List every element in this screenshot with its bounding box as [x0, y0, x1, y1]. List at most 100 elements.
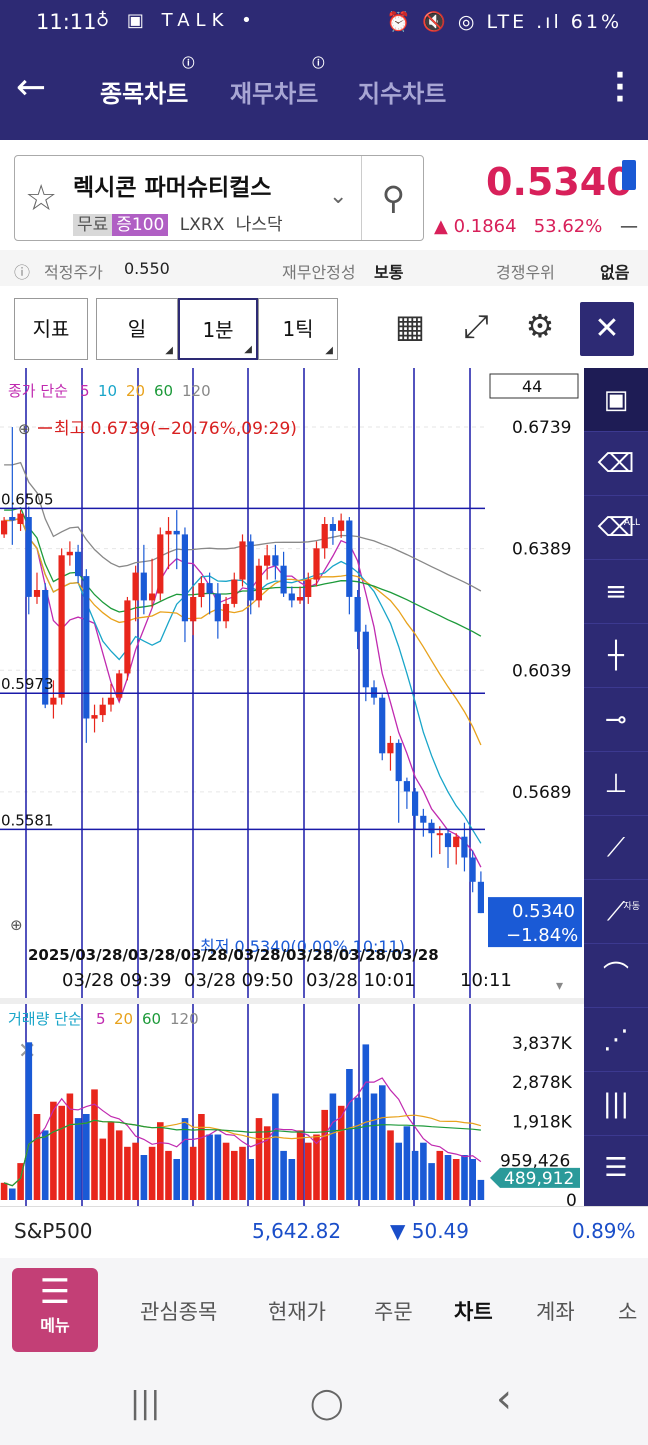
layout-grid-icon[interactable]: ▦	[390, 306, 430, 346]
candle-body	[116, 673, 123, 698]
candle-body	[239, 541, 246, 580]
eraser-all-icon[interactable]: ⌫ ALL	[584, 496, 648, 560]
back-icon[interactable]: ‹	[496, 1376, 512, 1422]
menu-button[interactable]: ☰ 메뉴	[12, 1268, 98, 1352]
volume-legend-title: 거래량 단순	[8, 1010, 82, 1028]
volume-bar	[33, 1114, 41, 1200]
horizontal-line-icon[interactable]: ⊸	[584, 688, 648, 752]
tab-index-chart[interactable]: 지수차트	[358, 74, 446, 109]
save-icon[interactable]: ▣	[584, 368, 648, 432]
tab-financial-chart[interactable]: 재무차트 ⓘ	[230, 56, 324, 109]
menu-item-watchlist[interactable]: 관심종목	[140, 1296, 217, 1326]
volume-bar	[157, 1122, 164, 1200]
channel-icon[interactable]: ☰	[584, 1136, 648, 1200]
candle-body	[436, 833, 443, 836]
index-value: 5,642.82	[252, 1219, 342, 1243]
period-minute-button[interactable]: 1분 ◢	[178, 298, 258, 360]
home-icon[interactable]: ◯	[310, 1386, 344, 1421]
search-button[interactable]: ⚲	[361, 156, 425, 240]
candle-body	[346, 520, 353, 597]
arc-icon[interactable]: ⌒	[584, 944, 648, 1008]
cross-line-icon[interactable]: ┼	[584, 624, 648, 688]
period-day-button[interactable]: 일 ◢	[96, 298, 178, 360]
free-badge: 무료	[73, 214, 113, 236]
trend-line-icon[interactable]: ⟋	[584, 816, 648, 880]
change-dash: —	[620, 216, 638, 237]
recent-apps-icon[interactable]: |||	[130, 1386, 160, 1421]
volume-bar	[148, 1146, 156, 1200]
period-tick-button[interactable]: 1틱 ◢	[258, 298, 338, 360]
current-price: 0.5340	[486, 160, 633, 204]
candle-body	[280, 565, 287, 594]
stock-selector[interactable]: ☆ 렉시콘 파머슈티컬스 ⌄ 무료 증100 LXRX 나스닥 ⚲	[14, 155, 424, 241]
back-arrow-icon[interactable]: ←	[16, 68, 56, 108]
expand-icon[interactable]: ⤢	[456, 306, 496, 346]
candle-body	[17, 513, 24, 524]
fan-line-icon[interactable]: ⋰	[584, 1008, 648, 1072]
y-tick-label: 0.6389	[512, 540, 571, 560]
price-chart-svg[interactable]: 0.6505 0.5973 0.5581 0.6739 0.6389 0.6039 0.56…	[0, 368, 584, 1211]
auto-trend-icon[interactable]: ⟋ 자동	[584, 880, 648, 944]
candle-body	[157, 534, 164, 594]
candle-body	[25, 517, 32, 597]
info-bar: ⓘ 적정주가 0.550 재무안정성 보통 경쟁우위 없음	[0, 250, 648, 286]
menu-item-more[interactable]: 소	[618, 1296, 637, 1326]
hcl-line-icon[interactable]: ≡	[584, 560, 648, 624]
x-tick-label: 03/28 09:39	[62, 970, 171, 991]
volume-bar	[452, 1159, 460, 1200]
price-change: ▲ 0.1864 53.62%	[434, 216, 603, 237]
volume-bar	[99, 1138, 107, 1200]
date-overlap-label: 2025/03/28/03/28/03/28/03/28/03/28/03/28…	[28, 946, 439, 964]
price-indicator-icon	[622, 160, 636, 190]
volume-bar	[165, 1150, 172, 1200]
volume-bar	[346, 1069, 353, 1200]
scroll-down-icon: ▾	[556, 978, 563, 994]
chevron-down-icon[interactable]: ⌄	[329, 184, 347, 209]
volume-bar	[181, 1118, 189, 1200]
pane-divider	[0, 998, 584, 1004]
y-tick-label: 0.6039	[512, 661, 571, 681]
vertical-line-icon[interactable]: ⊥	[584, 752, 648, 816]
candle-body	[124, 600, 131, 674]
drawing-tools-icon[interactable]: ✕	[580, 302, 634, 356]
volume-bar	[41, 1130, 49, 1200]
ma-legend-60: 60	[154, 382, 173, 400]
zoom-out-icon: ⊕	[10, 916, 23, 934]
volume-bar	[83, 1114, 90, 1200]
volume-bar	[477, 1179, 485, 1200]
volume-bar	[436, 1150, 444, 1200]
index-name: S&P500	[14, 1219, 93, 1243]
candle-body	[247, 541, 254, 601]
candle-body	[50, 697, 57, 705]
chart-area[interactable]: 0.6505 0.5973 0.5581 0.6739 0.6389 0.6039 0.56…	[0, 368, 584, 1211]
volume-tick-label: 1,918K	[512, 1112, 573, 1132]
candle-body	[272, 555, 279, 566]
tab-stock-chart[interactable]: 종목차트 ⓘ	[100, 56, 194, 109]
indicator-button[interactable]: 지표	[14, 298, 88, 360]
x-tick-label: 03/28 10:01	[306, 970, 415, 991]
y-tick-label: 0.5689	[512, 783, 571, 803]
volume-bar	[58, 1105, 65, 1200]
menu-item-quote[interactable]: 현재가	[268, 1296, 326, 1326]
candle-body	[66, 551, 73, 556]
stock-tags: 무료 증100 LXRX 나스닥	[73, 210, 283, 236]
candle-body	[264, 555, 271, 566]
help-icon[interactable]: ⓘ	[14, 259, 30, 283]
index-ticker[interactable]: S&P500 5,642.82 ▼ 50.49 0.89%	[0, 1206, 648, 1256]
high-label: 최고 0.6739(−20.76%,09:29)	[54, 419, 297, 439]
menu-item-chart[interactable]: 차트	[454, 1296, 493, 1326]
cycle-line-icon[interactable]: |||	[584, 1072, 648, 1136]
star-icon[interactable]: ☆	[25, 178, 57, 219]
more-menu-icon[interactable]: · · ·	[610, 61, 630, 115]
gear-icon[interactable]: ⚙	[520, 306, 560, 346]
candle-body	[231, 579, 238, 604]
eraser-icon[interactable]: ⌫	[584, 432, 648, 496]
candle-body	[107, 697, 115, 705]
candle-body	[198, 583, 205, 597]
system-icons: ⏰ 🔇 ◎ LTE .ıl 61%	[386, 11, 622, 33]
menu-item-account[interactable]: 계좌	[536, 1296, 575, 1326]
volume-bar	[25, 1042, 33, 1200]
menu-item-order[interactable]: 주문	[374, 1296, 413, 1326]
fair-price-label: 적정주가	[44, 263, 103, 282]
candle-body	[255, 565, 262, 601]
